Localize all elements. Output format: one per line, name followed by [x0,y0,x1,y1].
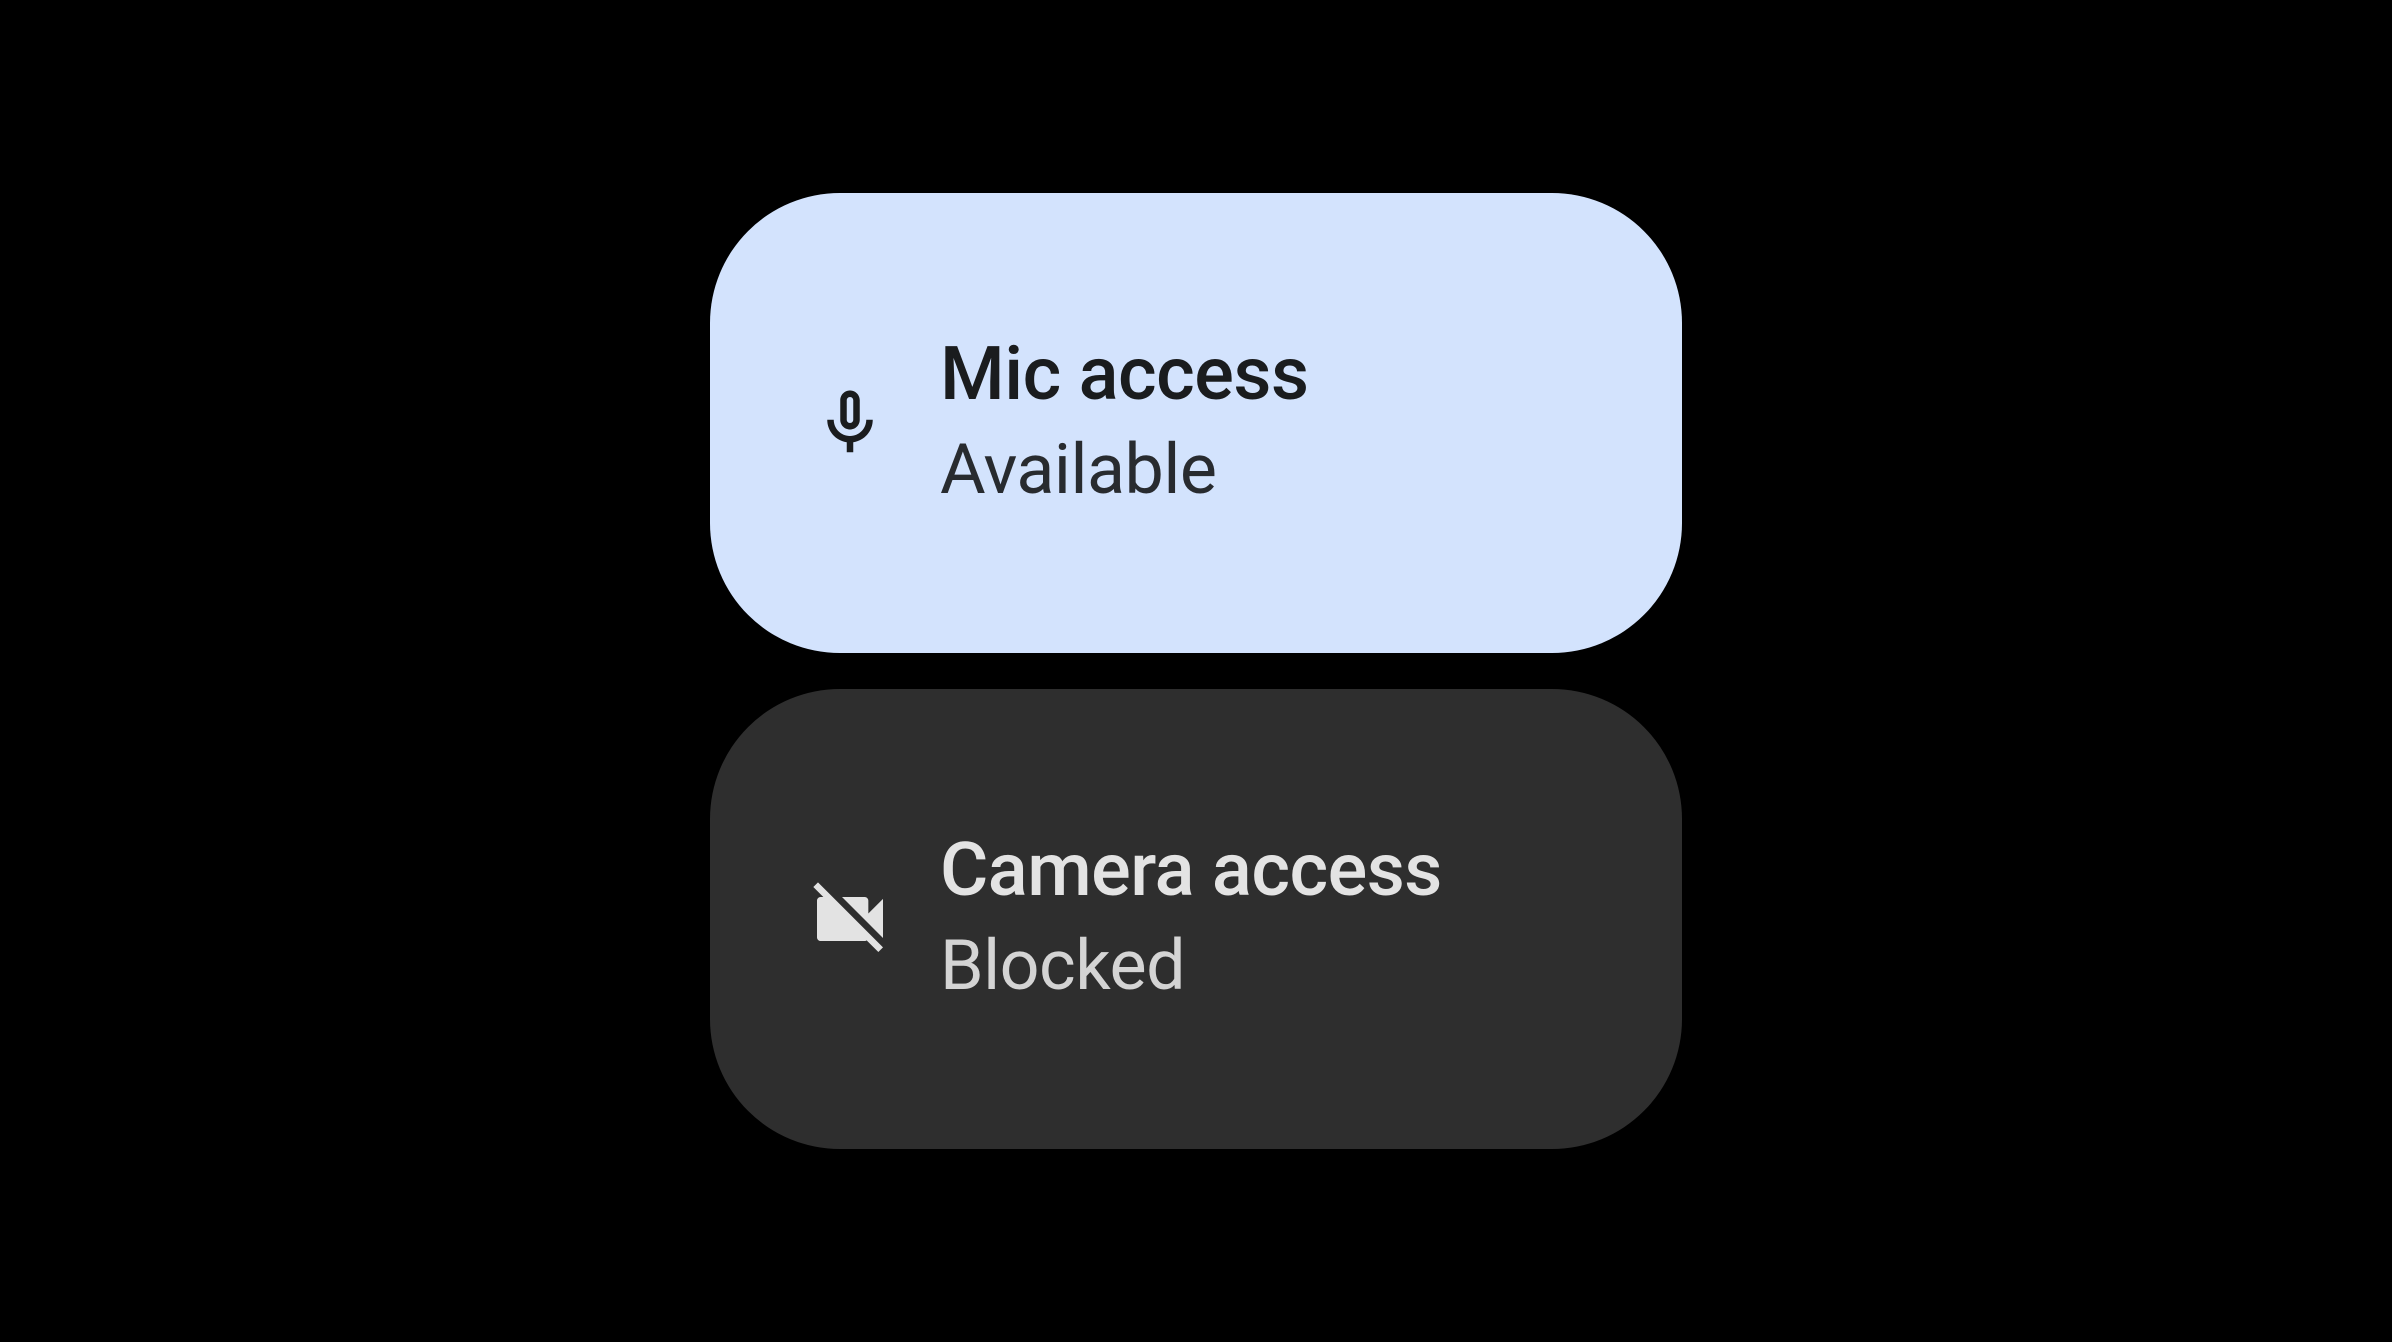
mic-tile-title: Mic access [940,329,1309,422]
camera-off-icon [800,869,900,969]
mic-tile-status: Available [940,423,1309,518]
mic-icon [800,373,900,473]
quick-settings-tiles: Mic access Available Camera access Block… [710,193,1682,1149]
camera-tile-text: Camera access Blocked [940,825,1442,1014]
camera-access-tile[interactable]: Camera access Blocked [710,689,1682,1149]
camera-tile-title: Camera access [940,825,1442,918]
camera-tile-status: Blocked [940,919,1442,1014]
mic-tile-text: Mic access Available [940,329,1309,518]
mic-access-tile[interactable]: Mic access Available [710,193,1682,653]
